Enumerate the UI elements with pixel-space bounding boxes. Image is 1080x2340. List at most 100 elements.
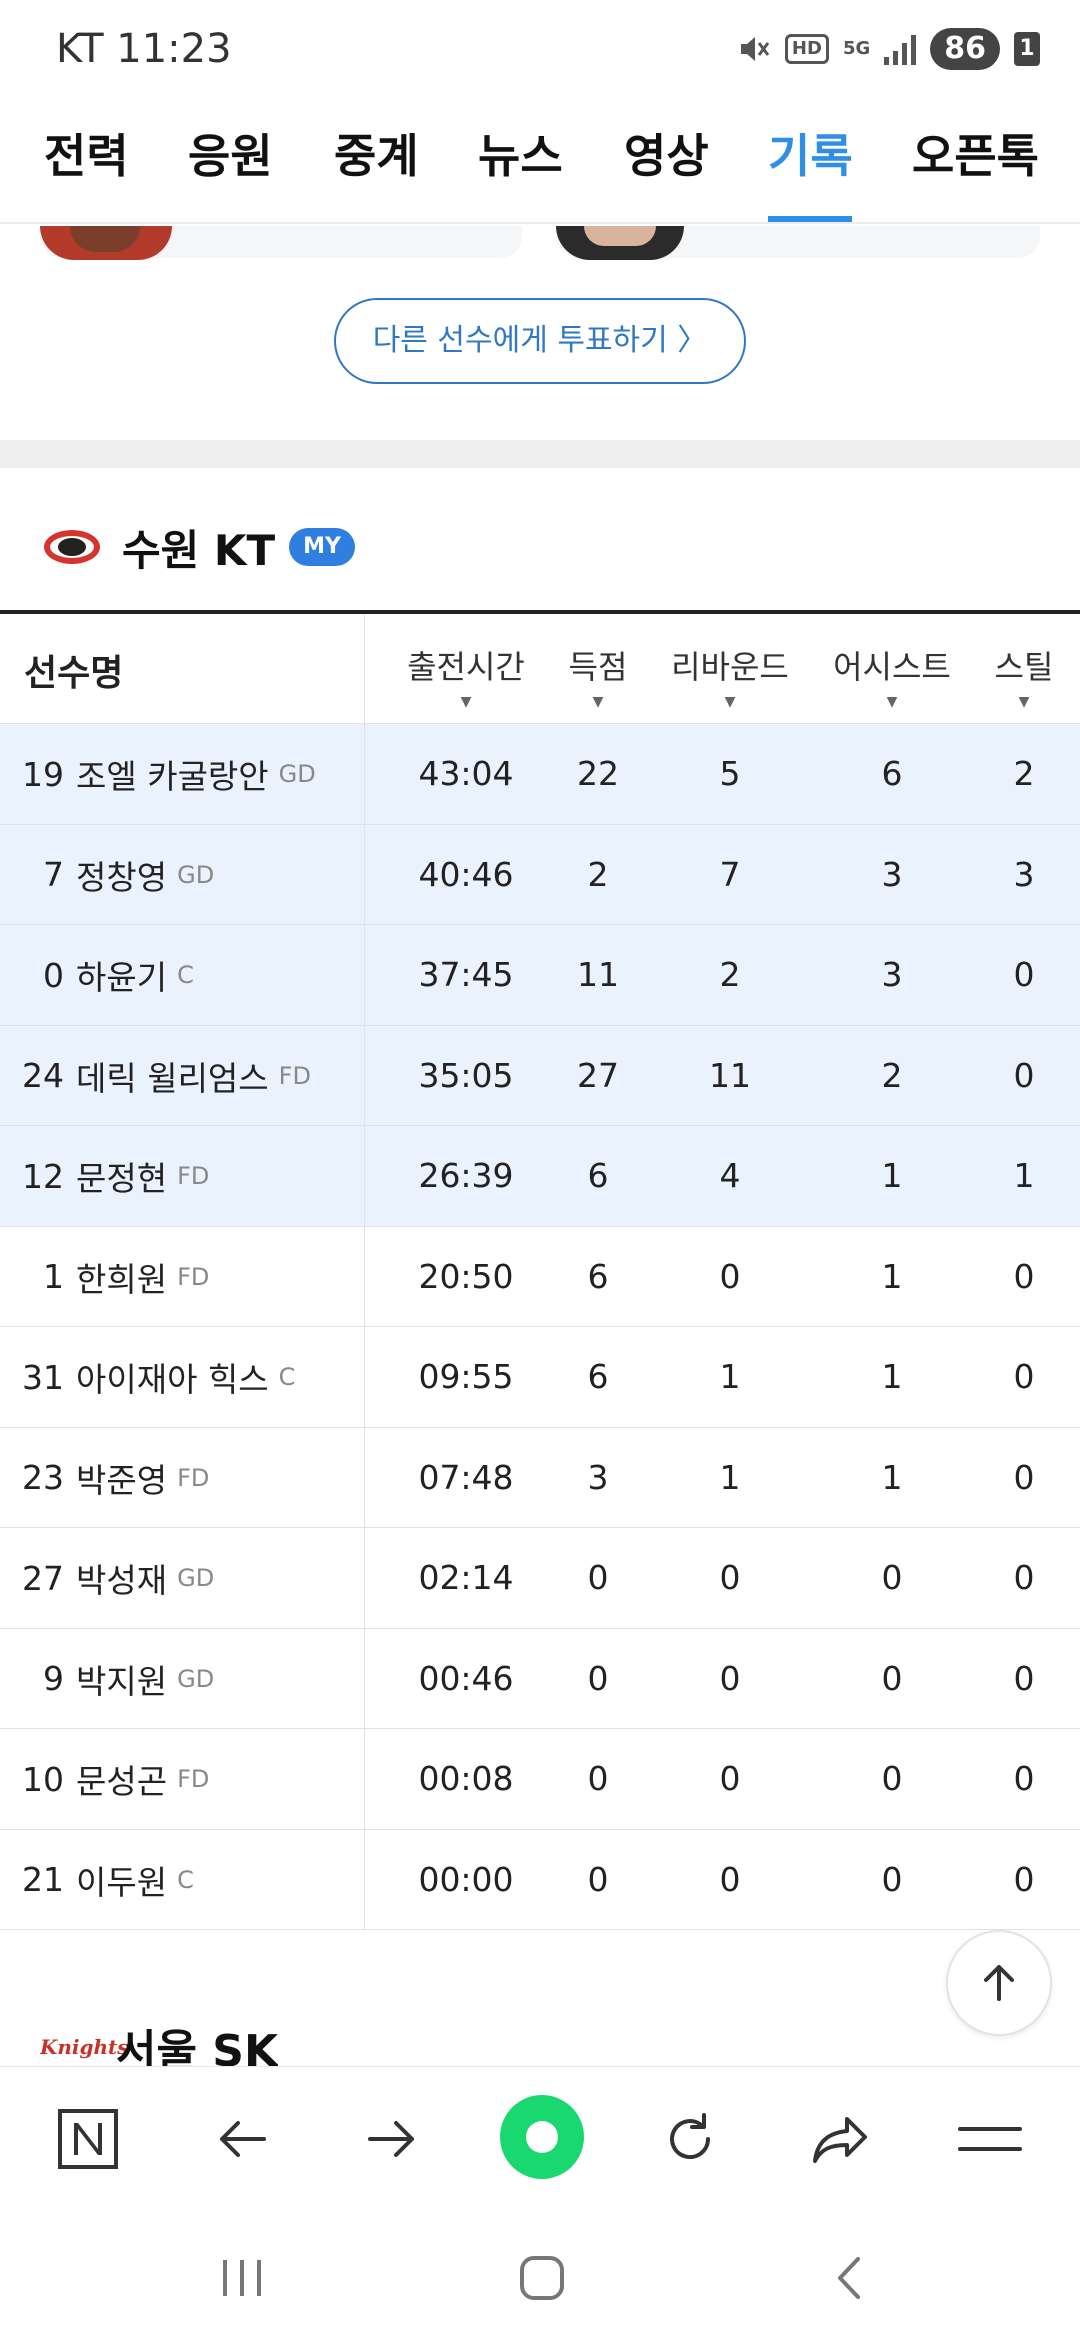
player-name[interactable]: 문성곤: [76, 1755, 167, 1803]
player-position: FD: [177, 1765, 210, 1793]
jersey-number: 12: [22, 1156, 64, 1196]
cell-assists: 6: [881, 754, 903, 793]
back-arrow-icon[interactable]: [202, 2099, 282, 2179]
cell-steals: 0: [1013, 955, 1035, 994]
refresh-icon[interactable]: [650, 2099, 730, 2179]
tab-records[interactable]: 기록: [768, 120, 853, 186]
player-name[interactable]: 아이재아 힉스: [76, 1353, 269, 1401]
player-photo: [40, 226, 172, 260]
table-row[interactable]: 10 문성곤 FD 00:08 0 0 0 0: [0, 1729, 1080, 1830]
player-cell[interactable]: 7 정창영 GD: [0, 825, 214, 925]
player-name[interactable]: 박준영: [76, 1454, 167, 1502]
player-name[interactable]: 데릭 윌리엄스: [76, 1052, 269, 1100]
forward-arrow-icon[interactable]: [352, 2099, 432, 2179]
cell-assists: 3: [881, 955, 903, 994]
sort-caret-icon: ▼: [592, 694, 604, 710]
table-header: 선수명 출전시간 ▼ 득점 ▼ 리바운드 ▼ 어시스트 ▼ 스틸 ▼: [0, 610, 1080, 724]
cell-rebounds: 1: [719, 1357, 741, 1396]
player-position: C: [177, 961, 194, 989]
column-header-rebounds[interactable]: 리바운드 ▼: [671, 642, 789, 710]
player-cell[interactable]: 1 한희원 FD: [0, 1227, 209, 1327]
cell-steals: 3: [1013, 854, 1035, 894]
cell-assists: 2: [881, 1055, 903, 1095]
cell-points: 0: [587, 1759, 609, 1798]
sort-caret-icon: ▼: [1018, 694, 1030, 710]
player-position: FD: [177, 1463, 210, 1492]
column-header-label: 리바운드: [671, 648, 789, 686]
cell-points: 22: [577, 754, 619, 793]
tab-news[interactable]: 뉴스: [478, 120, 563, 186]
player-cell[interactable]: 24 데릭 윌리엄스 FD: [0, 1026, 311, 1126]
player-cell[interactable]: 10 문성곤 FD: [0, 1729, 209, 1829]
player-stats-table: 선수명 출전시간 ▼ 득점 ▼ 리바운드 ▼ 어시스트 ▼ 스틸 ▼ 19 조엘 카굴랑안 G…: [0, 610, 1080, 1930]
cell-steals: 0: [1013, 1558, 1035, 1597]
table-row[interactable]: 12 문정현 FD 26:39 6 4 1 1: [0, 1126, 1080, 1227]
vote-other-player-button[interactable]: 다른 선수에게 투표하기 〉: [334, 298, 746, 384]
player-cell[interactable]: 19 조엘 카굴랑안 GD: [0, 724, 316, 824]
table-row[interactable]: 1 한희원 FD 20:50 6 0 1 0: [0, 1227, 1080, 1327]
scroll-to-top-button[interactable]: [946, 1930, 1052, 2036]
column-header-points[interactable]: 득점 ▼: [569, 642, 628, 710]
cell-minutes: 20:50: [418, 1256, 514, 1296]
tab-jeonryeok[interactable]: 전력: [44, 120, 129, 186]
table-row[interactable]: 24 데릭 윌리엄스 FD 35:05 27 11 2 0: [0, 1025, 1080, 1126]
table-row[interactable]: 27 박성재 GD 02:14 0 0 0 0: [0, 1528, 1080, 1629]
player-cell[interactable]: 23 박준영 FD: [0, 1428, 209, 1528]
signal-icon: [884, 33, 917, 65]
menu-icon[interactable]: [950, 2099, 1030, 2179]
column-header-minutes[interactable]: 출전시간 ▼: [407, 642, 525, 710]
table-row[interactable]: 0 하윤기 C 37:45 11 2 3 0: [0, 925, 1080, 1026]
cell-points: 2: [587, 854, 609, 894]
column-header-steals[interactable]: 스틸 ▼: [995, 642, 1054, 710]
player-cell[interactable]: 27 박성재 GD: [0, 1528, 214, 1628]
table-row[interactable]: 21 이두원 C 00:00 0 0 0 0: [0, 1830, 1080, 1930]
player-position: GD: [177, 860, 215, 889]
table-row[interactable]: 31 아이재아 힉스 C 09:55 6 1 1 0: [0, 1327, 1080, 1428]
player-cell[interactable]: 12 문정현 FD: [0, 1126, 209, 1226]
cell-rebounds: 0: [719, 1256, 741, 1296]
recent-apps-icon[interactable]: [212, 2248, 272, 2308]
cell-points: 6: [587, 1357, 609, 1396]
green-home-icon[interactable]: [500, 2095, 584, 2179]
player-name[interactable]: 조엘 카굴랑안: [76, 750, 269, 798]
player-name[interactable]: 박지원: [76, 1655, 167, 1703]
cell-assists: 0: [881, 1658, 903, 1698]
table-row[interactable]: 23 박준영 FD 07:48 3 1 1 0: [0, 1428, 1080, 1528]
tab-junggye[interactable]: 중계: [334, 120, 419, 186]
cell-rebounds: 0: [719, 1859, 741, 1899]
player-name[interactable]: 하윤기: [76, 951, 167, 999]
cell-points: 3: [587, 1457, 609, 1497]
player-cell[interactable]: 21 이두원 C: [0, 1830, 194, 1930]
player-cell[interactable]: 0 하윤기 C: [0, 925, 194, 1025]
back-icon[interactable]: [818, 2248, 878, 2308]
cell-rebounds: 5: [719, 754, 741, 793]
tab-eungwon[interactable]: 응원: [188, 120, 273, 186]
home-icon[interactable]: [512, 2248, 572, 2308]
mute-icon: [737, 29, 771, 69]
share-icon[interactable]: [800, 2099, 880, 2179]
jersey-number: 0: [43, 955, 64, 995]
player-name[interactable]: 문정현: [76, 1152, 167, 1200]
cell-assists: 1: [881, 1156, 903, 1195]
player-photo: [556, 226, 684, 260]
player-name[interactable]: 박성재: [76, 1554, 167, 1602]
tab-opentalk[interactable]: 오픈톡: [912, 120, 1039, 186]
cell-steals: 0: [1013, 1859, 1035, 1899]
table-row[interactable]: 19 조엘 카굴랑안 GD 43:04 22 5 6 2: [0, 724, 1080, 825]
cell-steals: 0: [1013, 1357, 1035, 1396]
table-row[interactable]: 7 정창영 GD 40:46 2 7 3 3: [0, 824, 1080, 925]
player-name[interactable]: 이두원: [76, 1856, 167, 1904]
player-name[interactable]: 한희원: [76, 1253, 167, 1301]
column-header-assists[interactable]: 어시스트 ▼: [833, 642, 951, 710]
table-row[interactable]: 9 박지원 GD 00:46 0 0 0 0: [0, 1629, 1080, 1729]
player-cell[interactable]: 9 박지원 GD: [0, 1629, 214, 1729]
cell-points: 6: [587, 1256, 609, 1296]
tab-video[interactable]: 영상: [624, 120, 709, 186]
cell-minutes: 43:04: [418, 754, 514, 793]
player-name[interactable]: 정창영: [76, 851, 167, 899]
cell-minutes: 35:05: [418, 1055, 514, 1095]
jersey-number: 10: [22, 1759, 64, 1799]
player-cell[interactable]: 31 아이재아 힉스 C: [0, 1327, 295, 1427]
player-position: GD: [177, 1664, 215, 1693]
naver-n-icon[interactable]: [48, 2099, 128, 2179]
